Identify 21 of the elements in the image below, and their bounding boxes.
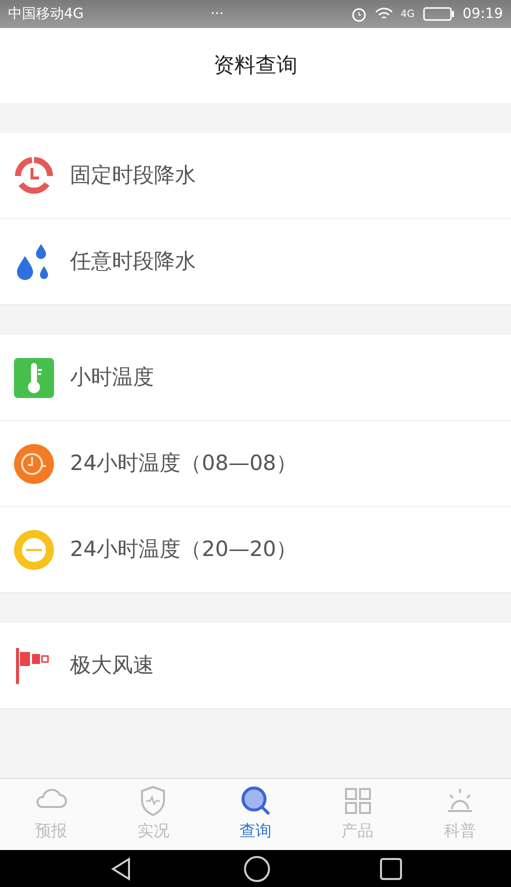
- more-notifications: ···: [210, 4, 224, 24]
- menu-item[interactable]: 任意时段降水: [0, 219, 511, 305]
- tab[interactable]: 查询: [204, 779, 307, 850]
- time-label: 09:19: [462, 4, 503, 24]
- carrier-label: 中国移动4G: [8, 4, 84, 24]
- menu-item[interactable]: 极大风速: [0, 623, 511, 709]
- time-badge-icon: [14, 530, 54, 570]
- recent-apps-icon[interactable]: [378, 856, 402, 880]
- page-title: 资料查询: [214, 52, 298, 79]
- menu-item[interactable]: 24小时温度（20—20）: [0, 507, 511, 593]
- network-label: 4G: [400, 8, 415, 22]
- menu-item[interactable]: 24小时温度（08—08）: [0, 421, 511, 507]
- thermometer-icon: [14, 358, 54, 398]
- menu-item[interactable]: 固定时段降水: [0, 133, 511, 219]
- alarm-icon: [350, 6, 366, 22]
- clock-icon: [14, 156, 54, 196]
- battery-icon: [422, 7, 455, 21]
- menu-item[interactable]: 小时温度: [0, 335, 511, 421]
- wifi-icon: [374, 7, 392, 21]
- home-icon[interactable]: [242, 854, 270, 882]
- clock-icon: [14, 444, 54, 484]
